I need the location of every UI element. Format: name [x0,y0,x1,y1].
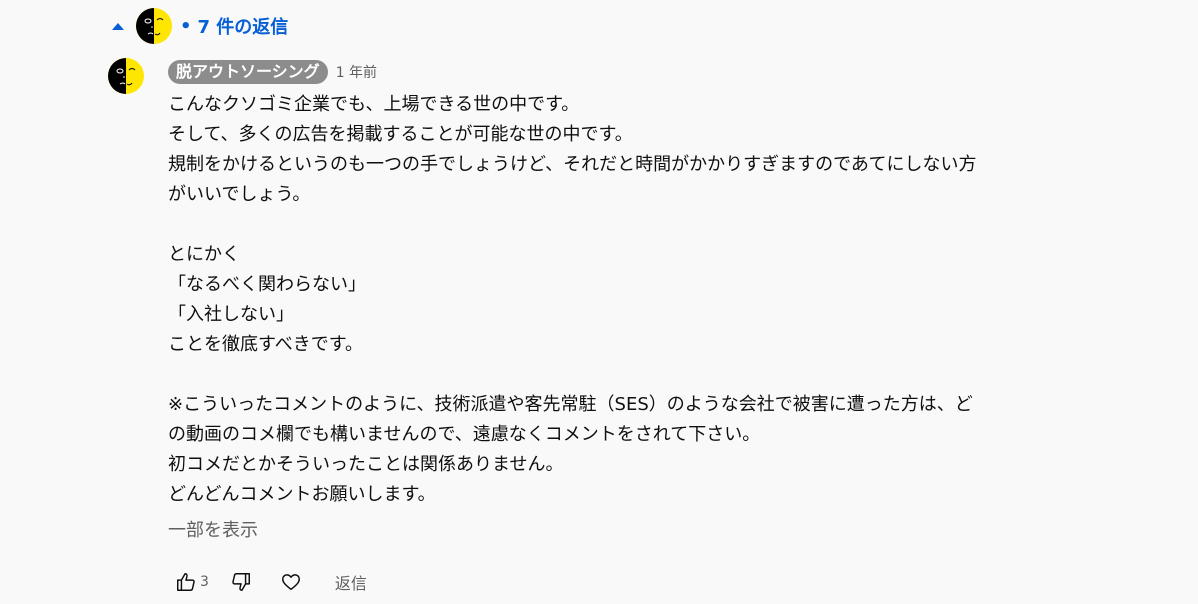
like-button[interactable] [168,564,204,600]
comment-blank-line [168,360,1168,390]
avatar-moon-icon [108,58,144,94]
caret-up-icon [108,16,128,36]
comment-line: ※こういったコメントのように、技術派遣や客先常駐（SES）のような会社で被害に遭… [168,394,973,415]
comment-blank-line [168,210,1168,240]
heart-icon [281,574,300,591]
author-name-badge[interactable]: 脱アウトソーシング [168,60,328,84]
dislike-button[interactable] [223,564,259,600]
comment-line: ことを徹底すべきです。 [168,334,363,355]
comment-line: 「なるべく関わらない」 [168,274,366,295]
reply-button[interactable]: 返信 [335,570,367,594]
comment-line: とにかく [168,244,240,265]
comment-line: どんどんコメントお願いします。 [168,484,436,505]
comment-line: の動画のコメ欄でも構いませんので、遠慮なくコメントをされて下さい。 [168,424,761,445]
comment-line: がいいでしょう。 [168,184,311,205]
comment-header: 脱アウトソーシング 1 年前 [168,56,1168,88]
comment-line: 規制をかけるというのも一つの手でしょうけど、それだと時間がかかりすぎますのであて… [168,154,977,175]
heart-button[interactable] [273,564,309,600]
show-less-button[interactable]: 一部を表示 [168,516,1168,542]
comment-thread: • 7 件の返信 脱アウトソーシング 1 年前 こんなクソゴミ企業でも、上場でき… [0,0,1198,604]
comment-action-bar: 3 返信 [168,564,367,600]
comment-timestamp[interactable]: 1 年前 [336,62,377,82]
comment-line: そして、多くの広告を掲載することが可能な世の中です。 [168,124,633,145]
author-avatar[interactable] [108,58,144,94]
avatar-moon-icon [136,8,172,44]
comment-line: 「入社しない」 [168,304,294,325]
replies-toggle-label[interactable]: • 7 件の返信 [180,13,288,39]
thumbs-up-icon [177,573,195,591]
comment-text: こんなクソゴミ企業でも、上場できる世の中です。そして、多くの広告を掲載することが… [168,90,1168,510]
replies-toggle-button[interactable]: • 7 件の返信 [108,4,288,48]
replies-count[interactable]: 7 件の返信 [198,13,289,39]
like-count: 3 [200,574,209,590]
comment-body: 脱アウトソーシング 1 年前 こんなクソゴミ企業でも、上場できる世の中です。そし… [168,56,1168,542]
thumbs-down-icon [232,573,250,591]
comment-line: 初コメだとかそういったことは関係ありません。 [168,454,564,475]
creator-avatar-small [136,8,172,44]
comment-line: こんなクソゴミ企業でも、上場できる世の中です。 [168,94,580,115]
separator-dot: • [180,15,192,37]
